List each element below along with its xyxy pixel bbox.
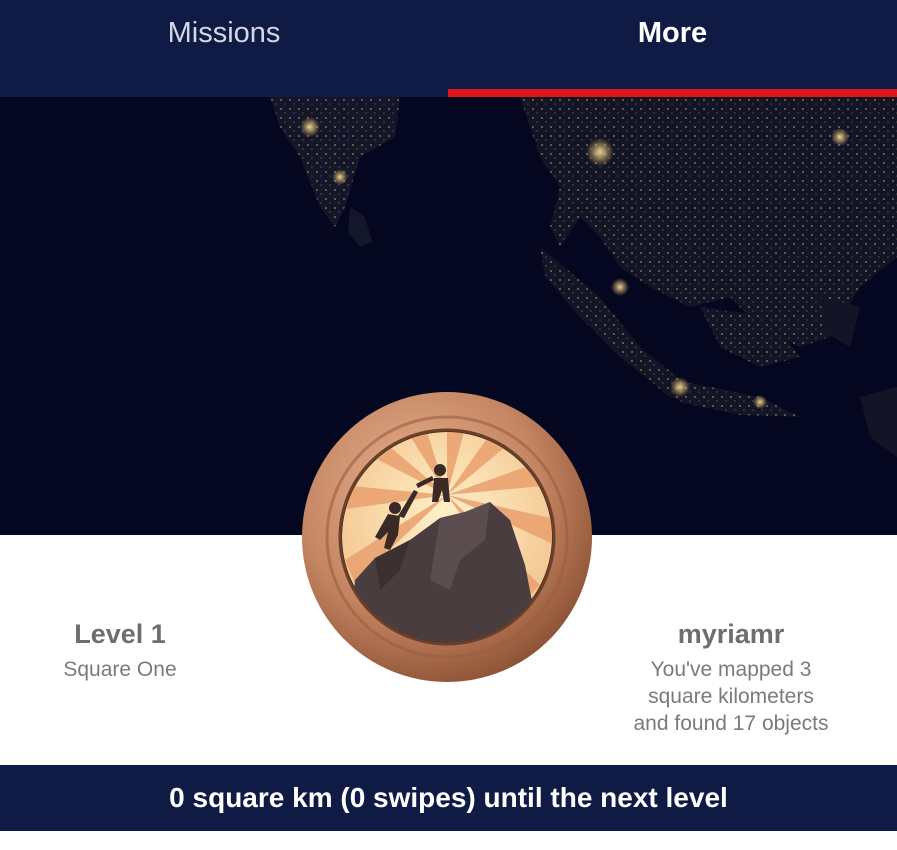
tab-bar: Missions More [0, 0, 897, 97]
stats-line-3: and found 17 objects [633, 712, 829, 735]
level-progress-text: 0 square km (0 swipes) until the next le… [169, 782, 728, 813]
level-subtitle: Square One [63, 658, 177, 681]
level-title: Level 1 [74, 619, 166, 649]
climbers-helping-hand-badge-icon [300, 390, 594, 684]
level-info: Level 1 Square One [20, 618, 220, 683]
tab-more[interactable]: More [448, 0, 897, 66]
stats-line-1: You've mapped 3 [650, 658, 812, 681]
profile-info: myriamr You've mapped 3 square kilometer… [600, 618, 862, 737]
level-progress-banner: 0 square km (0 swipes) until the next le… [0, 765, 897, 831]
active-tab-indicator [448, 89, 897, 97]
mapping-stats: You've mapped 3 square kilometers and fo… [600, 656, 862, 737]
tab-missions[interactable]: Missions [0, 0, 448, 66]
stats-line-2: square kilometers [648, 685, 814, 708]
username: myriamr [677, 619, 785, 649]
